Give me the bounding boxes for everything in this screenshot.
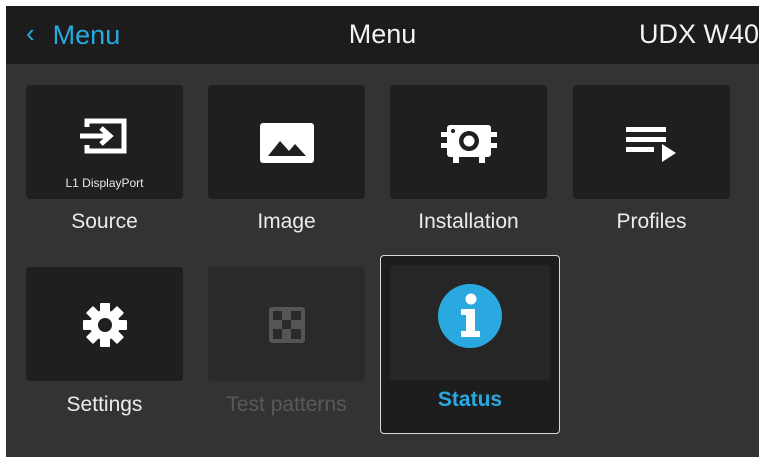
tile-settings[interactable] — [26, 267, 183, 381]
source-input-icon — [26, 116, 183, 156]
info-icon — [390, 283, 550, 349]
tile-source[interactable]: L1 DisplayPort — [26, 85, 183, 199]
tile-status-inner — [390, 265, 550, 380]
playlist-icon — [573, 127, 730, 163]
projector-menu-screen: ‹ Menu Menu UDX W40 L1 DisplayPort Sourc… — [6, 6, 759, 457]
tile-image-label: Image — [257, 210, 316, 233]
tile-installation-label: Installation — [418, 210, 519, 233]
device-name: UDX W40 — [638, 19, 759, 49]
tile-status-label: Status — [437, 388, 503, 411]
tile-installation[interactable] — [390, 85, 547, 199]
tile-settings-label: Settings — [66, 393, 143, 416]
tile-profiles[interactable] — [573, 85, 730, 199]
gear-icon — [26, 301, 183, 349]
checkerboard-icon — [208, 307, 365, 343]
tile-profiles-label: Profiles — [616, 210, 687, 233]
tile-image[interactable] — [208, 85, 365, 199]
header-bar: ‹ Menu Menu UDX W40 — [6, 6, 759, 64]
tile-test-patterns — [208, 267, 365, 381]
tile-status[interactable]: Status — [380, 255, 560, 434]
tile-test-patterns-label: Test patterns — [226, 393, 347, 416]
tile-source-label: Source — [71, 210, 138, 233]
projector-icon — [390, 123, 547, 165]
source-sublabel: L1 DisplayPort — [65, 176, 144, 190]
image-icon — [208, 123, 365, 163]
